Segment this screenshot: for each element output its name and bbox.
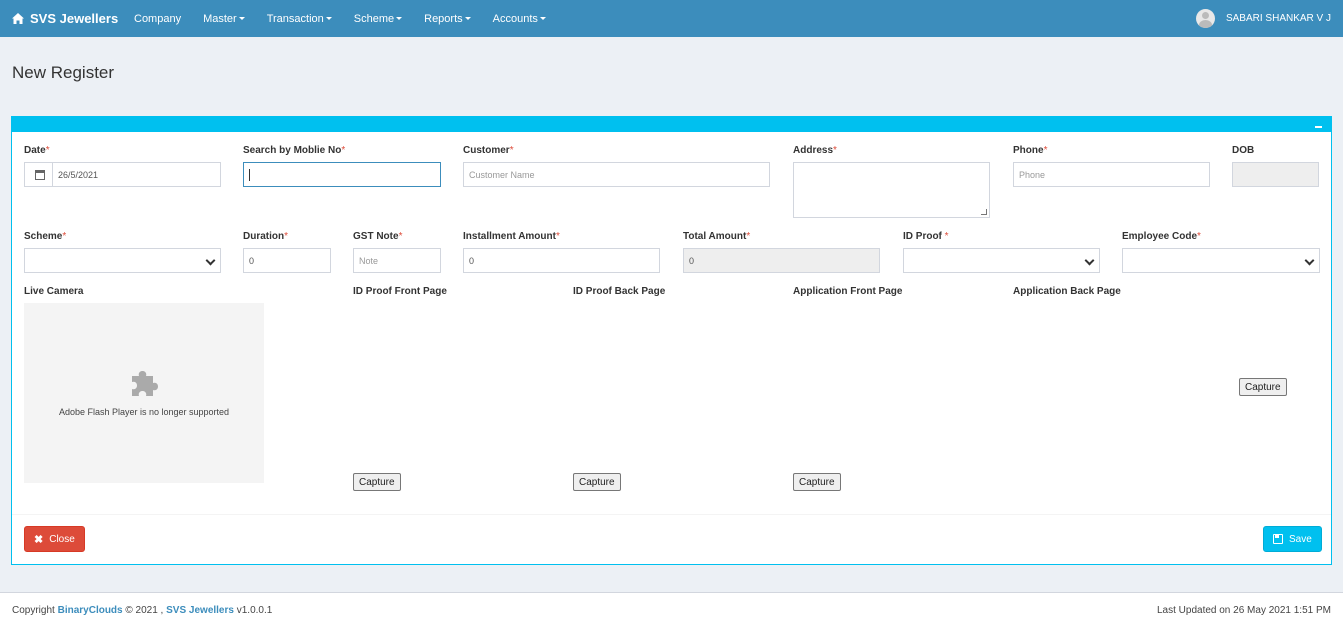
caret-down-icon [238,17,245,20]
caret-down-icon [396,17,403,20]
chevron-down-icon [1304,255,1315,266]
last-updated-text: Last Updated on 26 May 2021 1:51 PM [1156,605,1331,616]
app-front-label: Application Front Page [793,286,903,297]
scheme-select[interactable] [24,248,221,273]
save-label: Save [1289,533,1312,545]
mobile-search-input[interactable] [243,162,441,187]
save-button[interactable]: Save [1263,526,1322,552]
id-proof-select[interactable] [903,248,1100,273]
employee-code-label: Employee Code* [1122,231,1201,242]
gst-note-input[interactable]: Note [353,248,441,273]
menu-label: Reports [424,12,463,25]
home-icon [12,13,24,24]
menu-label: Transaction [266,12,324,25]
chevron-down-icon [205,255,216,266]
scheme-label: Scheme* [24,231,67,242]
company-link[interactable]: BinaryClouds [58,605,123,616]
menu-label: Company [134,12,182,25]
caret-down-icon [539,17,546,20]
page-title: New Register [12,63,115,82]
flash-unsupported-message: Adobe Flash Player is no longer supporte… [58,407,230,417]
id-front-label: ID Proof Front Page [353,286,447,297]
menu-accounts[interactable]: Accounts [493,13,546,25]
live-camera-placeholder: Adobe Flash Player is no longer supporte… [24,303,264,483]
product-link[interactable]: SVS Jewellers [166,605,234,616]
customer-label: Customer* [463,145,514,156]
close-label: Close [49,533,75,545]
copyright-text: Copyright BinaryClouds © 2021 , SVS Jewe… [12,605,273,616]
main-menu: Company Master Transaction Scheme Report… [134,0,568,37]
id-back-label: ID Proof Back Page [573,286,666,297]
capture-id-front-button[interactable]: Capture [353,473,401,491]
menu-company[interactable]: Company [134,13,181,25]
app-back-label: Application Back Page [1013,286,1121,297]
menu-reports[interactable]: Reports [424,13,471,25]
menu-label: Accounts [492,12,538,25]
puzzle-plugin-icon [132,371,158,396]
employee-code-select[interactable] [1122,248,1320,273]
live-camera-label: Live Camera [24,286,84,297]
customer-name-input[interactable]: Customer Name [463,162,770,187]
phone-input[interactable]: Phone [1013,162,1210,187]
duration-input[interactable]: 0 [243,248,331,273]
close-icon: ✖ [34,533,44,546]
chevron-down-icon [1084,255,1095,266]
phone-label: Phone* [1013,145,1048,156]
total-amount-label: Total Amount* [683,231,751,242]
address-label: Address* [793,145,837,156]
dob-label: DOB [1232,145,1255,156]
gst-note-label: GST Note* [353,231,403,242]
address-textarea[interactable] [793,162,990,218]
user-name: SABARI SHANKAR V J [1225,13,1331,24]
menu-label: Master [203,12,237,25]
menu-label: Scheme [353,12,395,25]
capture-app-back-button[interactable]: Capture [1239,378,1287,396]
mobile-label: Search by Moblie No* [243,145,346,156]
capture-id-back-button[interactable]: Capture [573,473,621,491]
installment-amount-input[interactable]: 0 [463,248,660,273]
caret-down-icon [325,17,332,20]
avatar [1195,9,1215,28]
menu-master[interactable]: Master [203,13,245,25]
save-icon [1273,534,1283,544]
id-proof-label: ID Proof * [903,231,949,242]
box-footer-divider [12,514,1331,515]
menu-scheme[interactable]: Scheme [353,12,403,25]
capture-app-front-button[interactable]: Capture [793,473,841,491]
brand-name: SVS Jewellers [30,11,119,26]
close-button[interactable]: ✖ Close [24,526,85,552]
resize-handle-icon[interactable] [981,209,987,215]
date-label: Date* [24,145,50,156]
user-menu[interactable]: SABARI SHANKAR V J [1195,0,1331,37]
duration-label: Duration* [243,231,289,242]
date-input[interactable]: 26/5/2021 [52,162,221,187]
top-navbar: SVS Jewellers Company Master Transaction… [0,0,1343,37]
installment-label: Installment Amount* [463,231,560,242]
brand-logo[interactable]: SVS Jewellers [12,0,118,37]
caret-down-icon [464,17,471,20]
minimize-icon[interactable] [1315,126,1322,128]
calendar-icon[interactable] [24,162,53,187]
menu-transaction[interactable]: Transaction [267,13,332,25]
register-form-box: Date* 26/5/2021 Search by Moblie No* Cus… [11,116,1332,565]
page-footer: Copyright BinaryClouds © 2021 , SVS Jewe… [0,592,1343,620]
total-amount-input: 0 [683,248,880,273]
dob-input [1232,162,1319,187]
